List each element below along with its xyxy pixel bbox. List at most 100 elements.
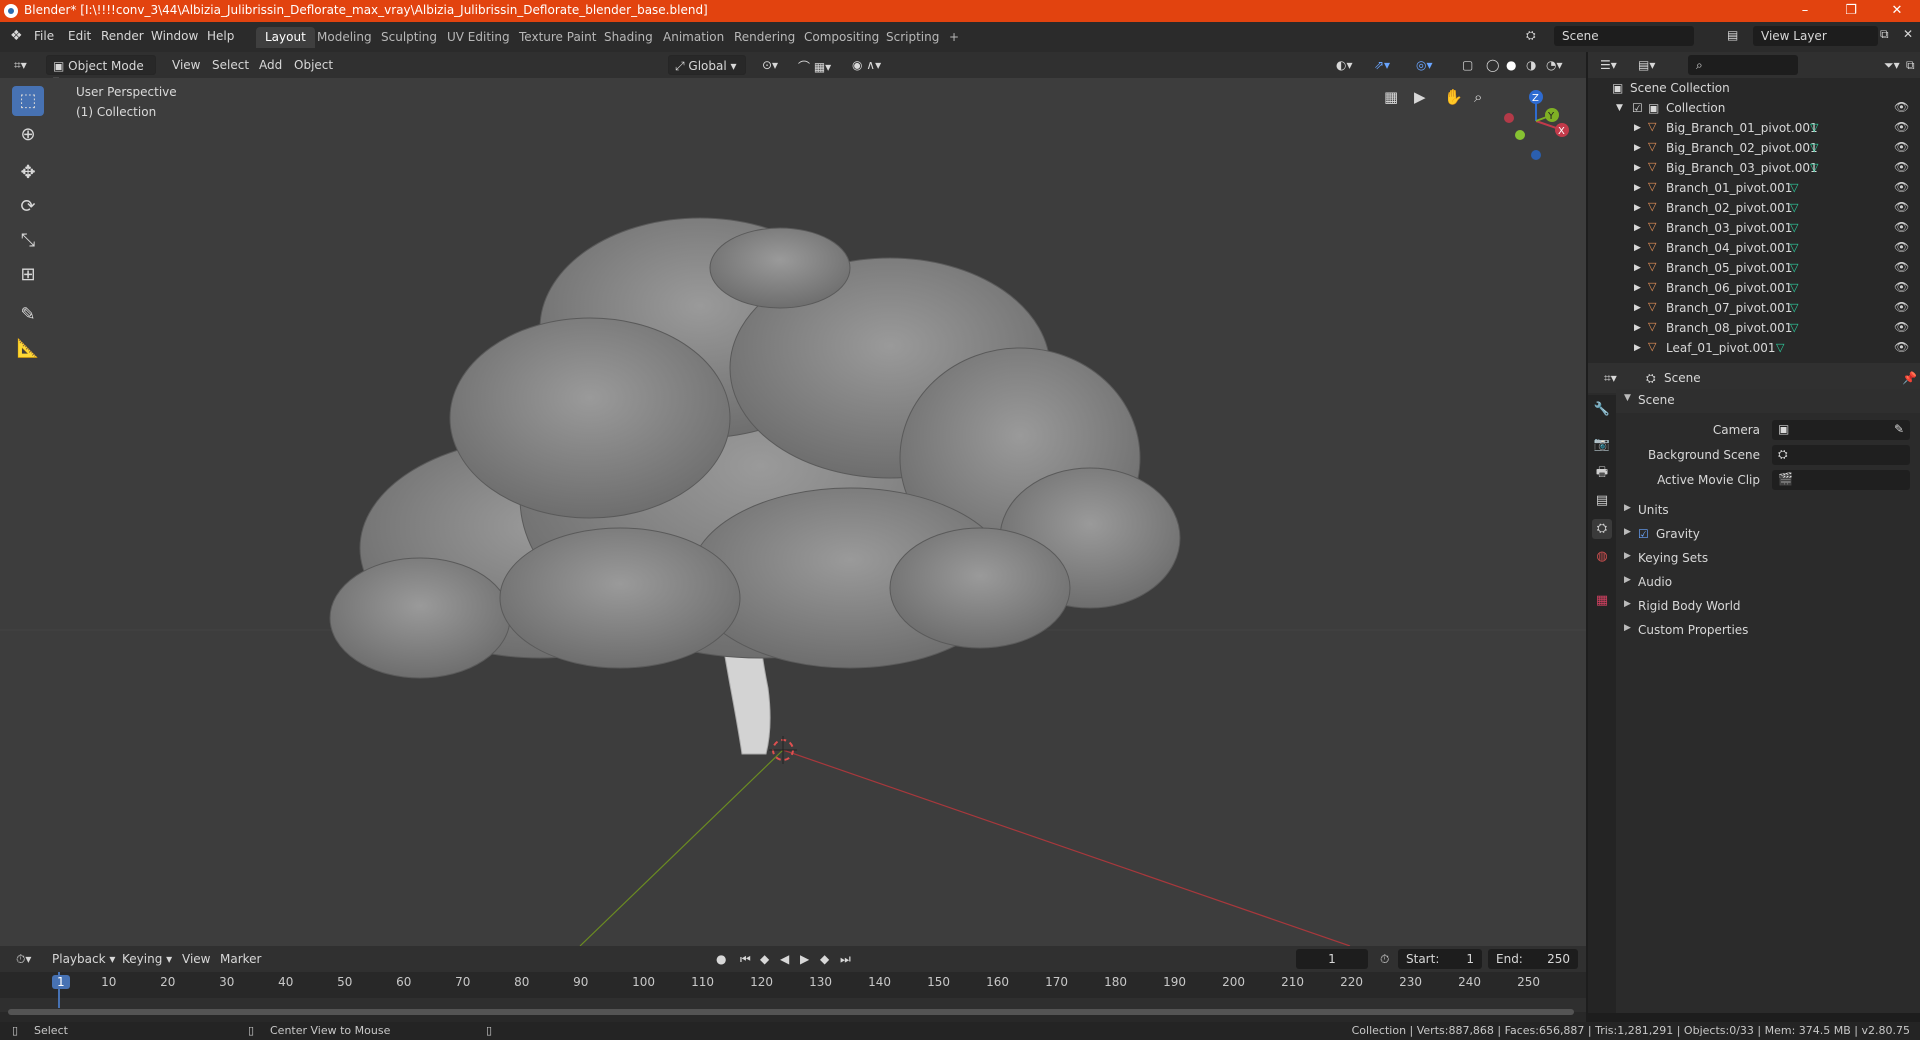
shading-rendered-icon[interactable]: ◔▾ [1540,55,1569,75]
expand-arrow-icon[interactable]: ▶ [1634,143,1641,153]
navigation-gizmo[interactable]: Z X Y [1504,90,1569,160]
tab-compositing[interactable]: Compositing [795,27,888,48]
outliner-search-input[interactable]: ⌕ [1688,55,1798,75]
outliner-item[interactable]: ▶ ▽ Branch_05_pivot.001 ▽ 👁 [1588,258,1920,278]
proportional-edit-icon[interactable]: ◉ ∧▾ [846,55,887,75]
current-frame-field[interactable]: 1 [1296,949,1368,969]
tab-scripting[interactable]: Scripting [877,27,948,48]
outliner-item[interactable]: ▶ ▽ Big_Branch_03_pivot.001 ▽ 👁 [1588,158,1920,178]
mesh-data-icon[interactable]: ▽ [1776,341,1784,354]
rotate-tool-icon[interactable]: ⟳ [12,192,44,222]
move-tool-icon[interactable]: ✥ [12,158,44,188]
transform-tool-icon[interactable]: ⊞ [12,260,44,290]
timeline-scrollbar[interactable] [8,1009,1574,1015]
outliner-item[interactable]: ▶ ▽ Branch_01_pivot.001 ▽ 👁 [1588,178,1920,198]
texture-tab-icon[interactable]: ▦ [1592,591,1612,611]
gizmo-icon[interactable]: ⇗▾ [1368,55,1396,75]
tab-animation[interactable]: Animation [654,27,733,48]
minimize-button[interactable]: – [1782,0,1828,22]
eye-icon[interactable]: 👁 [1894,280,1909,294]
eye-icon[interactable]: 👁 [1894,340,1909,354]
overlays-icon[interactable]: ◎▾ [1410,55,1439,75]
collapse-icon[interactable]: ▼ [1616,103,1623,113]
xray-icon[interactable]: ▢ [1456,55,1479,75]
mesh-data-icon[interactable]: ▽ [1790,221,1798,234]
snap-icon[interactable]: ⌒ ▦▾ [792,55,837,75]
outliner-item[interactable]: ▶ ▽ Branch_07_pivot.001 ▽ 👁 [1588,298,1920,318]
tab-rendering[interactable]: Rendering [725,27,804,48]
expand-arrow-icon[interactable]: ▶ [1634,163,1641,173]
background-scene-field[interactable]: ⛭ [1772,445,1910,465]
menu-render[interactable]: Render [101,29,144,43]
camera-view-icon[interactable]: ▶ [1414,88,1426,106]
menu-help[interactable]: Help [207,29,234,43]
eye-icon[interactable]: 👁 [1894,320,1909,334]
start-frame-field[interactable]: Start: 1 [1398,949,1482,969]
menu-marker[interactable]: Marker [214,949,267,969]
eye-icon[interactable]: 👁 [1894,140,1909,154]
end-frame-field[interactable]: End: 250 [1488,949,1578,969]
cursor-tool-icon[interactable]: ⊕ [12,120,44,150]
active-movie-clip-field[interactable]: 🎬 [1772,470,1910,490]
pivot-icon[interactable]: ⊙▾ [756,55,784,75]
mesh-data-icon[interactable]: ▽ [1810,141,1818,154]
scale-tool-icon[interactable]: ⤡ [12,226,44,256]
play-reverse-icon[interactable]: ◀ [774,949,795,969]
mesh-data-icon[interactable]: ▽ [1810,161,1818,174]
blender-menu-icon[interactable]: ❖ [10,28,23,44]
output-tab-icon[interactable]: 🖶 [1592,463,1612,483]
tab-uv-editing[interactable]: UV Editing [438,27,519,48]
mesh-data-icon[interactable]: ▽ [1790,201,1798,214]
next-keyframe-icon[interactable]: ◆ [814,949,835,969]
menu-keying[interactable]: Keying ▾ [116,949,178,969]
outliner-item[interactable]: ▶ ▽ Big_Branch_01_pivot.001 ▽ 👁 [1588,118,1920,138]
scene-selector[interactable]: Scene [1554,26,1694,46]
outliner-item[interactable]: ▶ ▽ Branch_04_pivot.001 ▽ 👁 [1588,238,1920,258]
mesh-data-icon[interactable]: ▽ [1790,321,1798,334]
mesh-data-icon[interactable]: ▽ [1790,281,1798,294]
outliner-item[interactable]: ▶ ▽ Branch_06_pivot.001 ▽ 👁 [1588,278,1920,298]
menu-timeline-view[interactable]: View [176,949,216,969]
menu-edit[interactable]: Edit [68,29,91,43]
outliner-item[interactable]: ▶ ▽ Big_Branch_02_pivot.001 ▽ 👁 [1588,138,1920,158]
audio-panel[interactable]: ▶ Audio [1616,571,1920,595]
expand-arrow-icon[interactable]: ▶ [1634,323,1641,333]
expand-arrow-icon[interactable]: ▶ [1634,183,1641,193]
outliner-item[interactable]: ▶ ▽ Branch_02_pivot.001 ▽ 👁 [1588,198,1920,218]
visibility-icon[interactable]: ◐▾ [1330,55,1359,75]
mesh-data-icon[interactable]: ▽ [1790,241,1798,254]
keying-sets-panel[interactable]: ▶ Keying Sets [1616,547,1920,571]
expand-arrow-icon[interactable]: ▶ [1634,203,1641,213]
menu-playback[interactable]: Playback ▾ [46,949,121,969]
units-panel[interactable]: ▶ Units [1616,499,1920,523]
eye-icon[interactable]: 👁 [1894,300,1909,314]
outliner-editor-type-icon[interactable]: ☰▾ [1594,55,1623,75]
zoom-icon[interactable]: ⌕ [1474,88,1482,106]
toggle-grid-icon[interactable]: ▦ [1384,88,1398,106]
3d-viewport[interactable]: Z X Y User Perspective (1) Collection ▦ … [0,78,1586,946]
new-view-layer-icon[interactable]: ⧉ [1880,27,1889,42]
outliner-collection[interactable]: ▼ ☑ ▣ Collection 👁 [1588,98,1920,118]
outliner-item[interactable]: ▶ ▽ Leaf_01_pivot.001 ▽ 👁 [1588,338,1920,358]
mode-selector[interactable]: ▣ Object Mode ▾ [46,55,156,87]
pin-icon[interactable]: 📌 [1896,368,1920,388]
outliner-item[interactable]: ▶ ▽ Branch_03_pivot.001 ▽ 👁 [1588,218,1920,238]
custom-properties-panel[interactable]: ▶ Custom Properties [1616,619,1920,643]
measure-tool-icon[interactable]: 📐 [12,334,44,364]
orientation-selector[interactable]: ⤢ Global ▾ [668,55,746,75]
jump-end-icon[interactable]: ⏭ [834,949,857,969]
tab-modeling[interactable]: Modeling [308,27,381,48]
eye-icon[interactable]: 👁 [1894,240,1909,254]
mesh-data-icon[interactable]: ▽ [1790,181,1798,194]
tab-layout[interactable]: Layout [256,27,315,48]
outliner-item[interactable]: ▶ ▽ Branch_08_pivot.001 ▽ 👁 [1588,318,1920,338]
tool-tab-icon[interactable]: 🔧 [1592,400,1612,420]
expand-arrow-icon[interactable]: ▶ [1634,243,1641,253]
eye-icon[interactable]: 👁 [1894,180,1909,194]
view-layer-tab-icon[interactable]: ▤ [1592,491,1612,511]
menu-object[interactable]: Object [288,55,339,75]
new-collection-icon[interactable]: ⧉ [1900,55,1920,75]
view-layer-selector[interactable]: View Layer [1753,26,1878,46]
eye-icon[interactable]: 👁 [1894,220,1909,234]
expand-arrow-icon[interactable]: ▶ [1634,283,1641,293]
